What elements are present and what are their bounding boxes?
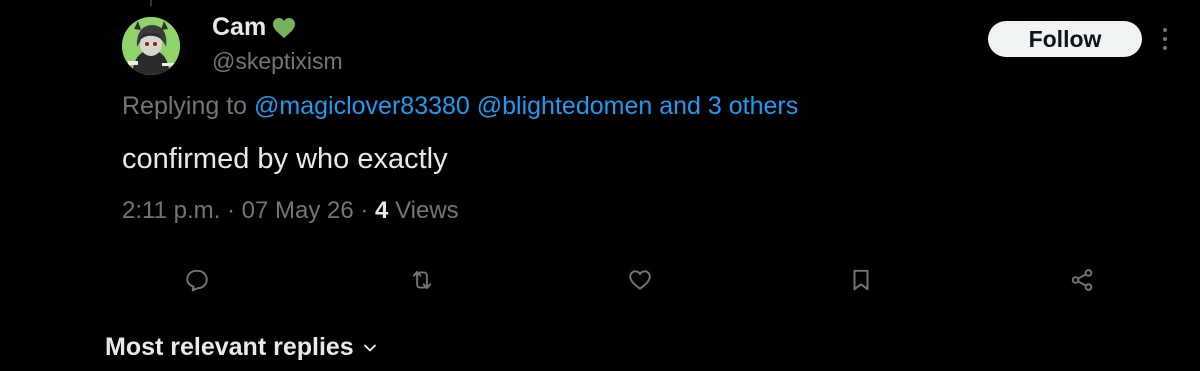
- replying-to-line: Replying to @magiclover83380 @blightedom…: [122, 92, 798, 121]
- author-handle[interactable]: @skeptixism: [212, 48, 343, 75]
- tweet-detail: Cam @skeptixism Follow Replying to @magi…: [0, 0, 1200, 371]
- bookmark-button[interactable]: [846, 265, 876, 295]
- bookmark-icon: [853, 269, 869, 291]
- follow-button[interactable]: Follow: [988, 21, 1142, 57]
- views-count[interactable]: 4: [375, 197, 388, 224]
- replying-prefix: Replying to: [122, 92, 248, 120]
- mention-link[interactable]: @blightedomen: [477, 92, 653, 120]
- tweet-text: confirmed by who exactly: [122, 143, 448, 175]
- share-button[interactable]: [1067, 265, 1097, 295]
- meta-separator: ·: [360, 197, 369, 224]
- replies-sort-label: Most relevant replies: [105, 333, 354, 361]
- green-heart-icon: [273, 17, 296, 38]
- author-name[interactable]: Cam: [212, 13, 296, 42]
- mention-link[interactable]: @magiclover83380: [254, 92, 470, 120]
- display-name-text: Cam: [212, 13, 267, 41]
- share-icon: [1071, 269, 1093, 291]
- reply-button[interactable]: [182, 265, 212, 295]
- avatar-image: [122, 17, 180, 75]
- tweet-actions-bar: [0, 265, 1200, 295]
- retweet-icon: [412, 270, 432, 290]
- thread-connector-line: [150, 0, 152, 6]
- views-label[interactable]: Views: [395, 197, 459, 224]
- like-icon: [629, 270, 651, 290]
- others-link[interactable]: and 3 others: [659, 92, 798, 120]
- reply-icon: [186, 269, 208, 292]
- chevron-down-icon: [363, 344, 376, 351]
- avatar[interactable]: [122, 17, 180, 75]
- like-button[interactable]: [625, 265, 655, 295]
- tweet-time[interactable]: 2:11 p.m.: [122, 197, 220, 224]
- tweet-meta: 2:11 p.m. · 07 May 26 · 4 Views: [122, 197, 459, 225]
- more-options-icon[interactable]: [1155, 24, 1175, 54]
- tweet-date[interactable]: 07 May 26: [242, 197, 354, 224]
- meta-separator: ·: [226, 197, 235, 224]
- replies-sort-dropdown[interactable]: Most relevant replies: [105, 333, 378, 362]
- retweet-button[interactable]: [407, 265, 437, 295]
